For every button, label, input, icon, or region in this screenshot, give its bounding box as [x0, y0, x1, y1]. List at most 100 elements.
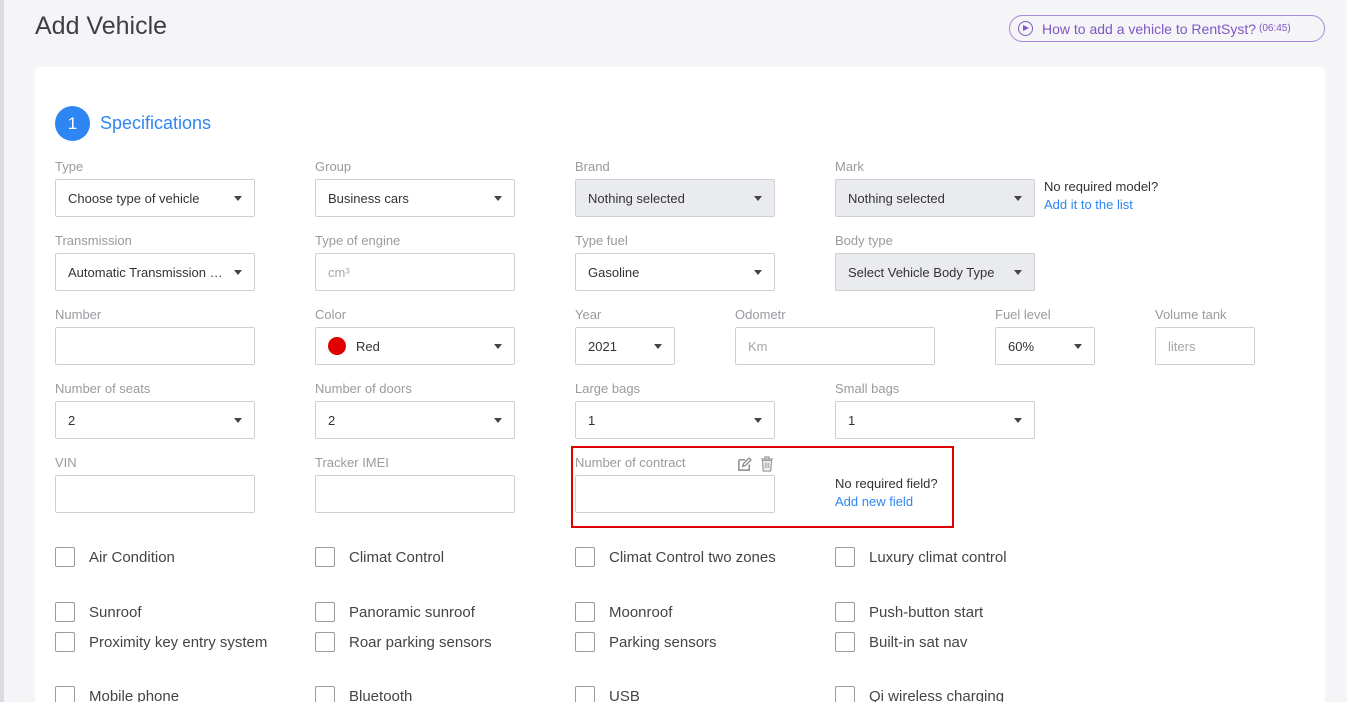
seats-select[interactable]: 2: [55, 401, 255, 439]
edit-icon[interactable]: [737, 457, 752, 472]
large-bags-select[interactable]: 1: [575, 401, 775, 439]
option-label: Mobile phone: [89, 688, 180, 702]
option-label: USB: [609, 688, 640, 702]
add-model-link[interactable]: Add it to the list: [1044, 196, 1158, 214]
option-checkbox[interactable]: Roar parking sensors: [315, 632, 492, 655]
caret-down-icon: [654, 344, 662, 349]
option-label: Air Condition: [89, 549, 175, 566]
trash-icon[interactable]: [760, 456, 774, 472]
vin-input[interactable]: [55, 475, 255, 513]
doors-select[interactable]: 2: [315, 401, 515, 439]
option-label: Push-button start: [869, 604, 984, 621]
small-bags-label: Small bags: [835, 381, 900, 396]
fuel-level-select[interactable]: 60%: [995, 327, 1095, 365]
checkbox-box[interactable]: [835, 547, 855, 567]
number-input[interactable]: [55, 327, 255, 365]
option-checkbox[interactable]: Push-button start: [835, 602, 983, 625]
checkbox-box[interactable]: [835, 686, 855, 702]
year-label: Year: [575, 307, 602, 322]
color-label: Color: [315, 307, 347, 322]
option-checkbox[interactable]: USB: [575, 686, 640, 702]
color-select[interactable]: Red: [315, 327, 515, 365]
option-checkbox[interactable]: Mobile phone: [55, 686, 179, 702]
caret-down-icon: [234, 418, 242, 423]
option-checkbox[interactable]: Air Condition: [55, 547, 175, 570]
caret-down-icon: [494, 344, 502, 349]
checkbox-box[interactable]: [575, 547, 595, 567]
option-checkbox[interactable]: Climat Control: [315, 547, 444, 570]
option-label: Roar parking sensors: [349, 634, 492, 651]
option-label: Climat Control two zones: [609, 549, 776, 566]
transmission-select[interactable]: Automatic Transmission (Automatic): [55, 253, 255, 291]
contract-number-input[interactable]: [575, 475, 775, 513]
checkbox-box[interactable]: [315, 547, 335, 567]
engine-input[interactable]: [315, 253, 515, 291]
add-new-field-link[interactable]: Add new field: [835, 493, 938, 511]
option-label: Parking sensors: [609, 634, 717, 651]
option-checkbox[interactable]: Bluetooth: [315, 686, 412, 702]
seats-label: Number of seats: [55, 381, 151, 396]
how-to-video-link[interactable]: How to add a vehicle to RentSyst? (06:45…: [1009, 15, 1325, 42]
checkbox-box[interactable]: [55, 547, 75, 567]
no-field-note: No required field? Add new field: [835, 476, 938, 511]
doors-label: Number of doors: [315, 381, 412, 396]
checkbox-box[interactable]: [835, 632, 855, 652]
caret-down-icon: [754, 418, 762, 423]
group-label: Group: [315, 159, 352, 174]
checkbox-box[interactable]: [575, 602, 595, 622]
option-checkbox[interactable]: Moonroof: [575, 602, 672, 625]
play-circle-icon: [1018, 21, 1033, 36]
caret-down-icon: [754, 196, 762, 201]
option-label: Bluetooth: [349, 688, 413, 702]
type-label: Type: [55, 159, 84, 174]
checkbox-box[interactable]: [315, 686, 335, 702]
volume-tank-label: Volume tank: [1155, 307, 1227, 322]
transmission-label: Transmission: [55, 233, 132, 248]
option-checkbox[interactable]: Built-in sat nav: [835, 632, 967, 655]
option-label: Luxury climat control: [869, 549, 1007, 566]
section-title: Specifications: [100, 113, 212, 133]
option-checkbox[interactable]: Sunroof: [55, 602, 142, 625]
odometer-label: Odometr: [735, 307, 786, 322]
option-checkbox[interactable]: Proximity key entry system: [55, 632, 275, 655]
vehicle-form-card: 1 Specifications Type Choose type of veh…: [35, 67, 1325, 702]
caret-down-icon: [1014, 196, 1022, 201]
video-duration: (06:45): [1259, 23, 1291, 34]
contract-number-label: Number of contract: [575, 455, 686, 470]
step-number-badge: 1: [55, 106, 90, 141]
checkbox-box[interactable]: [575, 686, 595, 702]
caret-down-icon: [1014, 418, 1022, 423]
section-header: 1 Specifications: [55, 106, 211, 141]
checkbox-box[interactable]: [55, 686, 75, 702]
left-edge-bar: [0, 0, 4, 702]
option-checkbox[interactable]: Parking sensors: [575, 632, 717, 655]
option-label: Sunroof: [89, 604, 142, 621]
option-checkbox[interactable]: Climat Control two zones: [575, 547, 790, 570]
option-label: Climat Control: [349, 549, 445, 566]
checkbox-box[interactable]: [315, 632, 335, 652]
small-bags-select[interactable]: 1: [835, 401, 1035, 439]
checkbox-box[interactable]: [55, 602, 75, 622]
option-label: Moonroof: [609, 604, 673, 621]
option-checkbox[interactable]: Luxury climat control: [835, 547, 1007, 570]
volume-tank-input[interactable]: [1155, 327, 1255, 365]
odometer-input[interactable]: [735, 327, 935, 365]
group-select[interactable]: Business cars: [315, 179, 515, 217]
type-select[interactable]: Choose type of vehicle: [55, 179, 255, 217]
checkbox-box[interactable]: [575, 632, 595, 652]
body-type-select[interactable]: Select Vehicle Body Type: [835, 253, 1035, 291]
mark-select[interactable]: Nothing selected: [835, 179, 1035, 217]
brand-select[interactable]: Nothing selected: [575, 179, 775, 217]
option-checkbox[interactable]: Panoramic sunroof: [315, 602, 475, 625]
fuel-type-select[interactable]: Gasoline: [575, 253, 775, 291]
year-select[interactable]: 2021: [575, 327, 675, 365]
checkbox-box[interactable]: [835, 602, 855, 622]
checkbox-box[interactable]: [315, 602, 335, 622]
brand-label: Brand: [575, 159, 610, 174]
body-type-label: Body type: [835, 233, 893, 248]
tracker-imei-input[interactable]: [315, 475, 515, 513]
option-checkbox[interactable]: Qi wireless charging: [835, 686, 1004, 702]
caret-down-icon: [754, 270, 762, 275]
option-label: Panoramic sunroof: [349, 604, 475, 621]
checkbox-box[interactable]: [55, 632, 75, 652]
